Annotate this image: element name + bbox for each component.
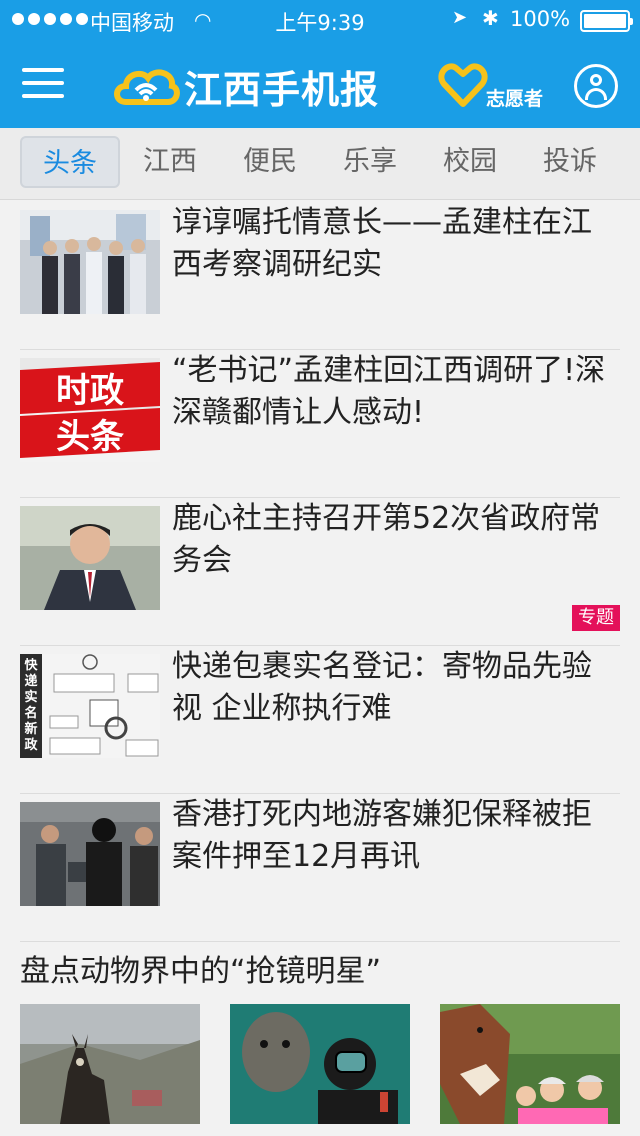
tab-leisure[interactable]: 乐享 (320, 136, 420, 188)
location-arrow-icon: ➤ (452, 7, 468, 28)
volunteer-heart-icon (438, 63, 488, 107)
news-item[interactable]: 谆谆嘱托情意长——孟建柱在江西考察调研纪实 (20, 202, 620, 350)
menu-icon[interactable] (22, 66, 64, 102)
news-thumbnail (20, 506, 160, 610)
volunteer-button[interactable]: 志愿者 (436, 58, 556, 114)
news-thumbnail (20, 210, 160, 314)
news-title: 快递包裹实名登记：寄物品先验视 企业称执行难 (172, 649, 592, 726)
app-logo: 江西手机报 (112, 56, 379, 116)
tab-campus[interactable]: 校园 (420, 136, 520, 188)
topic-badge: 专题 (572, 605, 620, 631)
battery-percent: 100% (510, 7, 571, 31)
news-title: 鹿心社主持召开第52次省政府常务会 (172, 501, 601, 578)
news-thumbnail: 快递实名新政 (20, 654, 160, 758)
battery-icon (580, 10, 633, 32)
gallery-image-seal-diver[interactable] (230, 1004, 410, 1124)
tab-complaints[interactable]: 投诉 (520, 136, 620, 188)
news-item[interactable]: 鹿心社主持召开第52次省政府常务会 专题 (20, 498, 620, 646)
news-item[interactable]: 时政 头条 “老书记”孟建柱回江西调研了!深深赣鄱情让人感动! (20, 350, 620, 498)
news-title: “老书记”孟建柱回江西调研了!深深赣鄱情让人感动! (172, 353, 606, 430)
tab-headlines[interactable]: 头条 (20, 136, 120, 188)
gallery-image-horse-kids[interactable] (440, 1004, 620, 1124)
thumb-text-politics: 时政 (56, 371, 124, 411)
thumb-side-label: 快递实名新政 (24, 658, 38, 753)
news-item[interactable]: 香港打死内地游客嫌犯保释被拒 案件押至12月再讯 (20, 794, 620, 942)
thumb-text-headline: 头条 (56, 417, 124, 457)
bluetooth-icon: ✱ (482, 6, 499, 30)
news-title: 谆谆嘱托情意长——孟建柱在江西考察调研纪实 (172, 205, 592, 282)
category-tabs: 头条 江西 便民 乐享 校园 投诉 (0, 128, 640, 200)
gallery-title[interactable]: 盘点动物界中的“抢镜明星” (20, 946, 381, 990)
tab-services[interactable]: 便民 (220, 136, 320, 188)
logo-icon (114, 69, 180, 105)
news-title: 香港打死内地游客嫌犯保释被拒 案件押至12月再讯 (172, 797, 592, 874)
gallery-image-llama[interactable] (20, 1004, 200, 1124)
app-header: 中国移动 ◠ 上午9:39 ➤ ✱ 100% 江西手机报 志愿者 (0, 0, 640, 128)
status-bar: 中国移动 ◠ 上午9:39 ➤ ✱ 100% (0, 0, 640, 40)
tab-jiangxi[interactable]: 江西 (120, 136, 220, 188)
news-item[interactable]: 快递实名新政 快递包裹实名登记：寄物品先验视 企业称执行难 (20, 646, 620, 794)
app-brand-name: 江西手机报 (184, 67, 380, 112)
news-thumbnail: 时政 头条 (20, 358, 160, 462)
user-icon[interactable] (574, 64, 618, 108)
news-thumbnail (20, 802, 160, 906)
volunteer-label: 志愿者 (486, 88, 544, 110)
